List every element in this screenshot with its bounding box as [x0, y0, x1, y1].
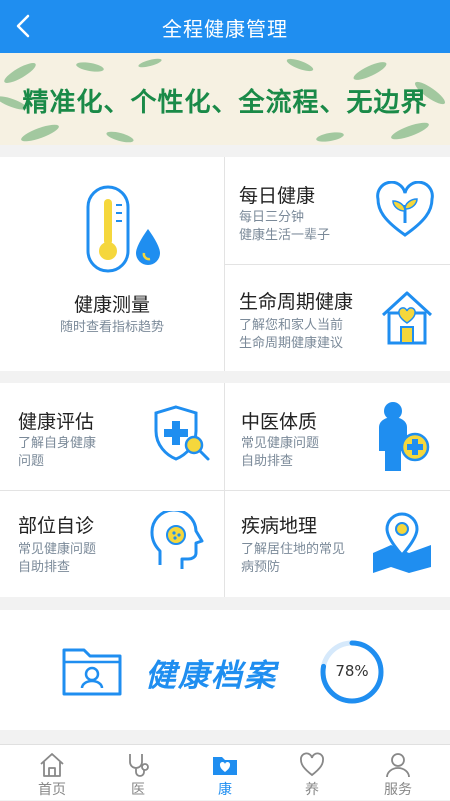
- tab-service[interactable]: 服务: [353, 745, 443, 801]
- daily-title: 每日健康: [239, 185, 316, 207]
- body-title: 部位自诊: [18, 515, 95, 537]
- measure-subtitle: 随时查看指标趋势: [59, 320, 164, 335]
- archive-percent: 78%: [335, 662, 369, 680]
- home-heart-icon: [381, 291, 433, 345]
- tab-health[interactable]: 康: [180, 745, 270, 801]
- health-folder-icon: [213, 757, 237, 775]
- tab-care-label: 养: [305, 782, 319, 798]
- heart-icon: [300, 752, 324, 777]
- tab-doctor-label: 医: [131, 782, 145, 798]
- header-bar: 全程健康管理: [0, 0, 450, 53]
- health-archive-card[interactable]: 健康档案 78%: [0, 610, 450, 730]
- lifecycle-title: 生命周期健康: [239, 291, 354, 313]
- map-pin-icon: [373, 512, 431, 573]
- archive-title: 健康档案: [145, 658, 277, 694]
- stethoscope-icon: [129, 754, 149, 777]
- daily-sub2: 健康生活一辈子: [239, 228, 331, 243]
- promo-banner: 精准化、个性化、全流程、无边界: [0, 53, 450, 145]
- health-measure-tile[interactable]: 健康测量 随时查看指标趋势: [0, 157, 224, 371]
- health-top-card: 健康测量 随时查看指标趋势 每日健康 每日三分钟 健康生活一辈子 生命周期健康 …: [0, 157, 450, 371]
- health-assessment-tile[interactable]: 健康评估 了解自身健康 问题: [0, 383, 224, 490]
- person-plus-icon: [379, 402, 430, 471]
- tab-service-label: 服务: [384, 782, 412, 798]
- tab-care[interactable]: 养: [267, 745, 357, 801]
- tcm-sub1: 常见健康问题: [241, 436, 320, 451]
- daily-sub1: 每日三分钟: [239, 210, 305, 225]
- body-self-diagnosis-tile[interactable]: 部位自诊 常见健康问题 自助排查: [0, 491, 224, 597]
- daily-health-tile[interactable]: 每日健康 每日三分钟 健康生活一辈子: [225, 157, 450, 264]
- tab-home-label: 首页: [38, 782, 66, 798]
- disease-geography-tile[interactable]: 疾病地理 了解居住地的常见 病预防: [225, 491, 450, 597]
- assess-sub2: 问题: [18, 454, 45, 469]
- tab-home[interactable]: 首页: [7, 745, 97, 801]
- tab-health-label: 康: [218, 782, 232, 798]
- tcm-title: 中医体质: [241, 411, 318, 433]
- head-profile-icon: [150, 511, 204, 569]
- heart-plant-icon: [376, 181, 434, 237]
- geo-title: 疾病地理: [241, 515, 318, 537]
- lifecycle-sub2: 生命周期健康建议: [239, 336, 344, 351]
- assess-sub1: 了解自身健康: [18, 436, 97, 451]
- geo-sub2: 病预防: [241, 560, 281, 575]
- health-tools-card: 健康评估 了解自身健康 问题 中医体质 常见健康问题 自助排查 部位自诊 常见健…: [0, 383, 450, 597]
- folder-user-icon: [62, 648, 122, 696]
- home-icon: [40, 753, 64, 777]
- user-icon: [386, 753, 410, 778]
- assess-title: 健康评估: [18, 411, 95, 433]
- thermometer-icon: [86, 185, 160, 273]
- body-sub1: 常见健康问题: [18, 542, 97, 557]
- lifecycle-health-tile[interactable]: 生命周期健康 了解您和家人当前 生命周期健康建议: [225, 265, 450, 371]
- shield-search-icon: [154, 405, 210, 461]
- tab-doctor[interactable]: 医: [93, 745, 183, 801]
- bottom-tab-bar: 首页 医 康 养 服务: [0, 744, 450, 800]
- page-title: 全程健康管理: [162, 17, 288, 41]
- lifecycle-sub1: 了解您和家人当前: [239, 318, 344, 333]
- tcm-sub2: 自助排查: [241, 454, 294, 469]
- tcm-constitution-tile[interactable]: 中医体质 常见健康问题 自助排查: [225, 383, 450, 490]
- banner-slogan: 精准化、个性化、全流程、无边界: [22, 88, 428, 118]
- geo-sub1: 了解居住地的常见: [241, 542, 346, 557]
- body-sub2: 自助排查: [18, 560, 71, 575]
- measure-title: 健康测量: [73, 294, 150, 316]
